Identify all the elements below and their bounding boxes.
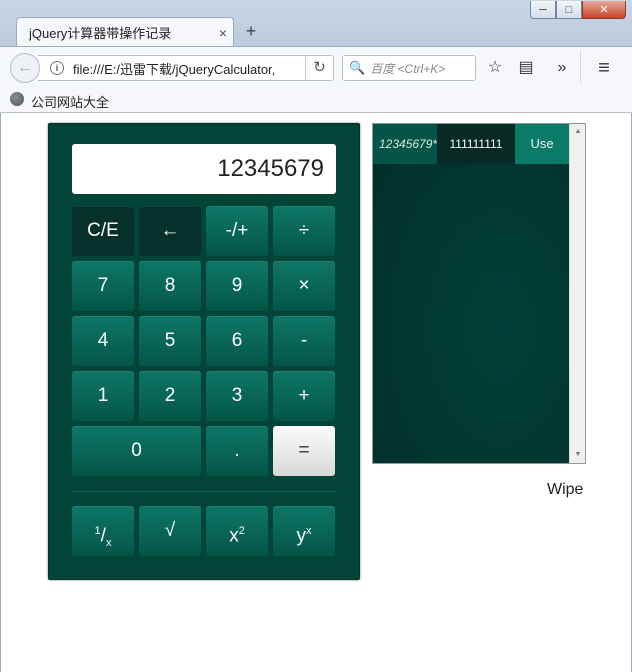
calculator-divider [72, 491, 336, 492]
power-button[interactable]: yx [273, 506, 335, 556]
square-button[interactable]: x2 [206, 506, 268, 556]
history-scrollbar[interactable]: ▲ ▼ [569, 124, 585, 463]
reload-icon[interactable]: ↻ [305, 56, 333, 80]
wipe-button[interactable]: Wipe [547, 481, 583, 499]
search-placeholder: 百度 <Ctrl+K> [370, 61, 446, 76]
new-tab-button[interactable]: + [241, 20, 261, 42]
subtract-button[interactable]: - [273, 316, 335, 366]
browser-tab[interactable]: jQuery计算器带操作记录 × [16, 17, 234, 47]
url-text[interactable]: file:///E:/迅雷下载/jQueryCalculator, [73, 59, 305, 78]
reader-icon[interactable]: ▤ [514, 56, 538, 80]
digit-8-button[interactable]: 8 [139, 261, 201, 311]
window-controls: ─ □ ✕ [530, 1, 626, 19]
divide-button[interactable]: ÷ [273, 206, 335, 256]
multiply-button[interactable]: × [273, 261, 335, 311]
tab-close-icon[interactable]: × [213, 25, 233, 41]
globe-icon [10, 92, 24, 106]
overflow-icon[interactable]: » [550, 56, 574, 80]
history-panel: 12345679*9 111111111 Use ▲ ▼ [372, 123, 586, 464]
digit-0-button[interactable]: 0 [72, 426, 201, 476]
title-bar: ─ □ ✕ jQuery计算器带操作记录 × + [0, 0, 632, 47]
scroll-down-icon[interactable]: ▼ [570, 447, 586, 463]
digit-7-button[interactable]: 7 [72, 261, 134, 311]
calculator-panel: 12345679 C/E ← -/+ ÷ 7 8 9 × 4 5 6 - 1 2… [48, 123, 360, 580]
maximize-button[interactable]: □ [556, 1, 582, 19]
calculator-display: 12345679 [72, 144, 336, 194]
history-row: 12345679*9 111111111 Use [373, 124, 569, 164]
bookmark-star-icon[interactable]: ☆ [483, 56, 507, 80]
back-button[interactable]: ← [10, 53, 40, 83]
decimal-button[interactable]: . [206, 426, 268, 476]
add-button[interactable]: + [273, 371, 335, 421]
page-content: 12345679 C/E ← -/+ ÷ 7 8 9 × 4 5 6 - 1 2… [0, 113, 632, 672]
digit-4-button[interactable]: 4 [72, 316, 134, 366]
digit-3-button[interactable]: 3 [206, 371, 268, 421]
digit-2-button[interactable]: 2 [139, 371, 201, 421]
history-use-button[interactable]: Use [515, 124, 569, 164]
info-icon[interactable]: i [50, 61, 64, 75]
digit-6-button[interactable]: 6 [206, 316, 268, 366]
close-window-button[interactable]: ✕ [582, 1, 626, 19]
equals-button[interactable]: = [273, 426, 335, 476]
toolbar-divider [580, 51, 581, 83]
minimize-button[interactable]: ─ [530, 1, 556, 19]
bookmarks-bar: 公司网站大全 [0, 86, 632, 113]
search-input[interactable]: 🔍 百度 <Ctrl+K> [342, 55, 476, 81]
bookmark-item[interactable]: 公司网站大全 [31, 92, 109, 111]
digit-1-button[interactable]: 1 [72, 371, 134, 421]
menu-icon[interactable]: ≡ [592, 56, 616, 80]
url-bar[interactable]: i file:///E:/迅雷下载/jQueryCalculator, ↻ [38, 55, 334, 81]
navigation-bar: i file:///E:/迅雷下载/jQueryCalculator, ↻ ← … [0, 46, 632, 86]
negate-button[interactable]: -/+ [206, 206, 268, 256]
sqrt-button[interactable]: √ [139, 506, 201, 556]
digit-5-button[interactable]: 5 [139, 316, 201, 366]
history-expression: 12345679*9 [373, 124, 437, 164]
tab-title: jQuery计算器带操作记录 [29, 26, 172, 41]
clear-entry-button[interactable]: C/E [72, 206, 134, 256]
scroll-up-icon[interactable]: ▲ [570, 124, 586, 140]
history-result: 111111111 [437, 124, 515, 164]
backspace-button[interactable]: ← [139, 206, 201, 256]
digit-9-button[interactable]: 9 [206, 261, 268, 311]
reciprocal-button[interactable]: 1/x [72, 506, 134, 556]
search-icon: 🔍 [349, 60, 366, 75]
